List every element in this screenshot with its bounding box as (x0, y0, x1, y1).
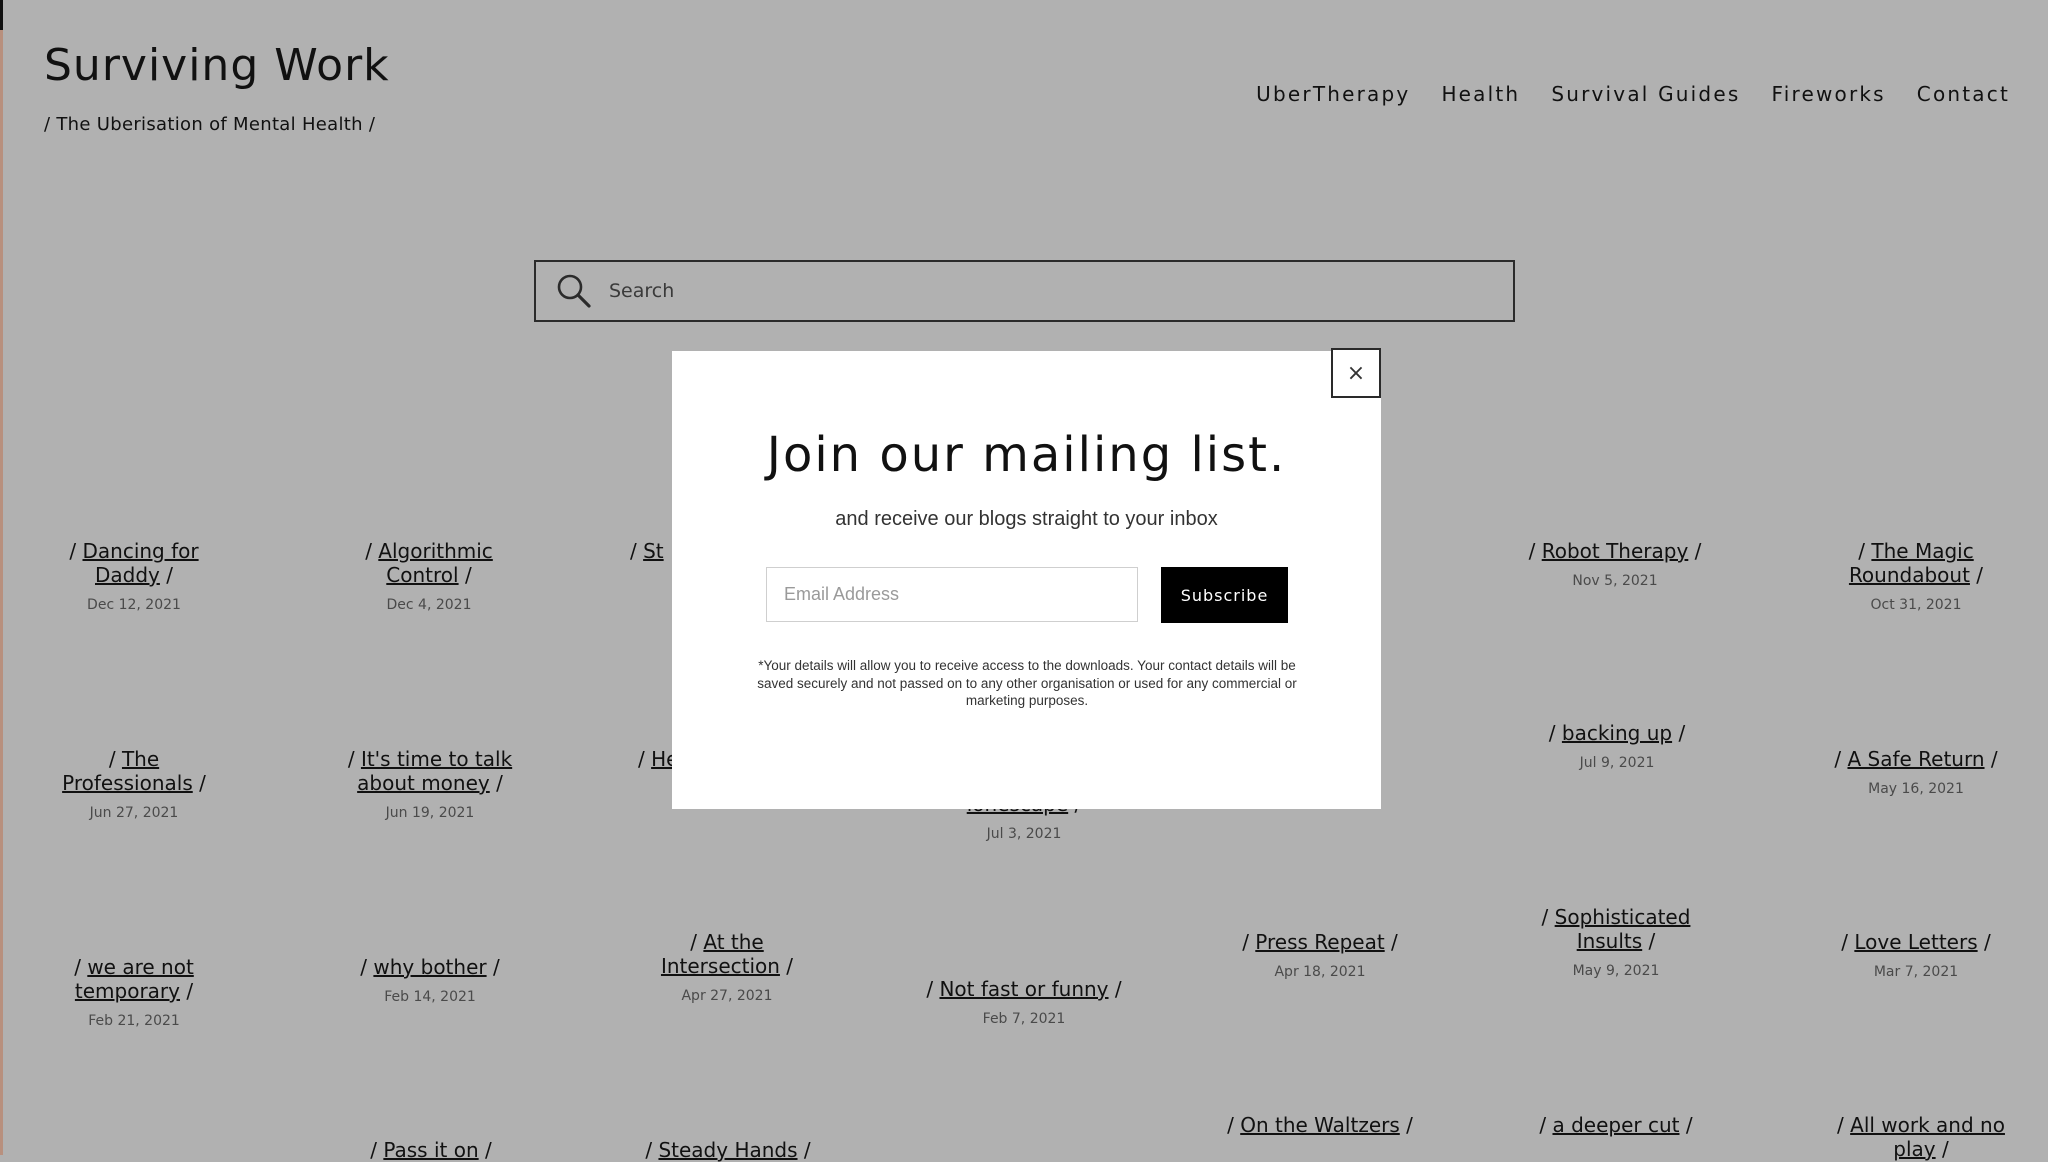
mailing-list-modal: × Join our mailing list. and receive our… (672, 348, 1381, 809)
close-button[interactable]: × (1331, 348, 1381, 398)
email-field[interactable] (766, 567, 1138, 622)
modal-subheading: and receive our blogs straight to your i… (835, 508, 1218, 530)
subscribe-button[interactable]: Subscribe (1161, 567, 1288, 623)
privacy-disclaimer: *Your details will allow you to receive … (757, 658, 1297, 708)
close-icon: × (1346, 360, 1366, 386)
modal-heading: Join our mailing list. (766, 427, 1287, 483)
